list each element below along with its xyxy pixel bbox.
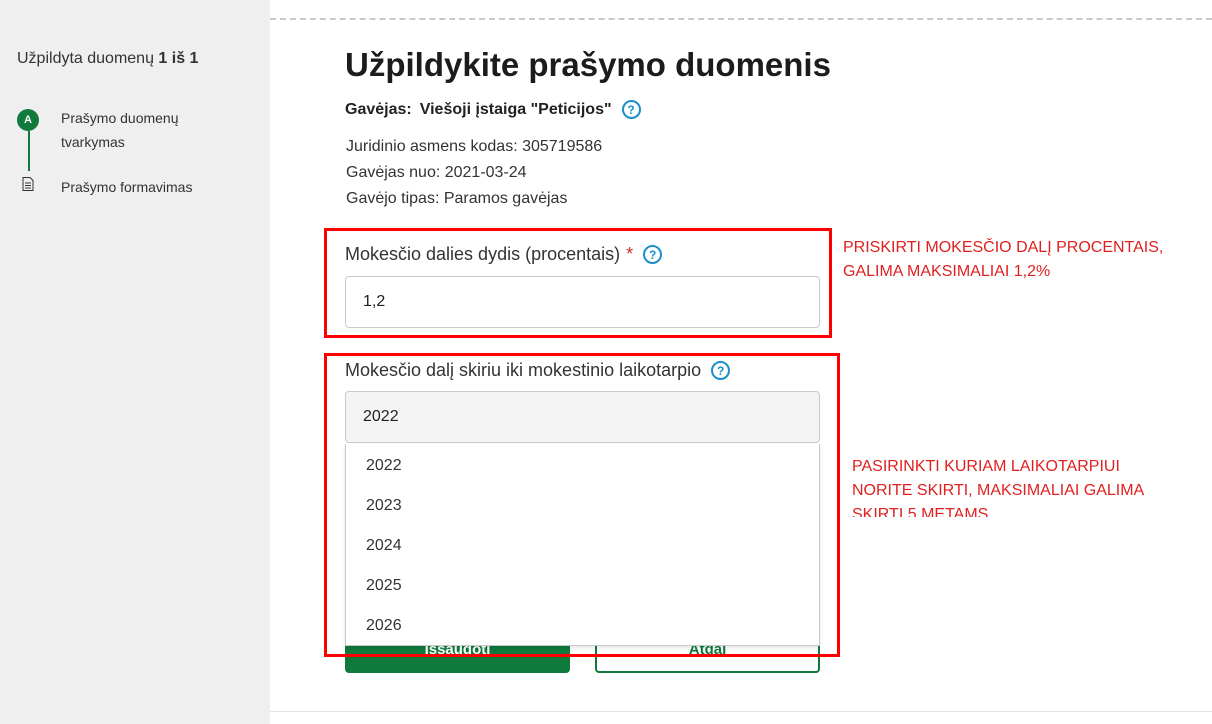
- progress-prefix: Užpildyta duomenų: [17, 50, 154, 67]
- annotation-note-period: PASIRINKTI KURIAM LAIKOTARPIUI NORITE SK…: [852, 455, 1144, 517]
- recipient-type-line: Gavėjo tipas: Paramos gavėjas: [346, 190, 568, 207]
- document-icon: [22, 177, 34, 191]
- recipient-row: Gavėjas: Viešoji įstaiga "Peticijos" ?: [345, 100, 641, 119]
- note-period-line-2: NORITE SKIRTI, MAKSIMALIAI GALIMA: [852, 482, 1145, 499]
- step-a-circle-icon: A: [17, 109, 39, 131]
- progress-indicator: Užpildyta duomenų 1 iš 1: [17, 50, 198, 68]
- progress-value: 1 iš 1: [158, 50, 199, 67]
- recipient-label: Gavėjas:: [345, 100, 412, 118]
- page-title: Užpildykite prašymo duomenis: [345, 46, 831, 83]
- sidebar-step-forming-label: Prašymo formavimas: [61, 179, 193, 195]
- recipient-help-icon[interactable]: ?: [621, 100, 641, 119]
- recipient-name: Viešoji įstaiga "Peticijos": [419, 100, 612, 118]
- legal-code-line: Juridinio asmens kodas: 305719586: [346, 138, 603, 155]
- top-dashed-divider: [270, 18, 1212, 20]
- annotation-box-percent: [324, 228, 832, 338]
- note-percent-line-1: PRISKIRTI MOKESČIO DALĮ PROCENTAIS,: [843, 239, 1164, 256]
- note-period-line-1: PASIRINKTI KURIAM LAIKOTARPIUI: [852, 458, 1120, 475]
- step-connector: [28, 131, 30, 171]
- note-period-line-3: SKIRTI 5 METAMS: [852, 506, 989, 517]
- sidebar: Užpildyta duomenų 1 iš 1 A Prašymo duome…: [0, 0, 270, 724]
- sidebar-step-data-label: Prašymo duomenų tvarkymas: [61, 110, 179, 150]
- bottom-divider: [270, 711, 1212, 712]
- recipient-since-line: Gavėjas nuo: 2021-03-24: [346, 164, 527, 181]
- annotation-box-period: [324, 353, 840, 657]
- annotation-note-percent: PRISKIRTI MOKESČIO DALĮ PROCENTAIS, GALI…: [843, 236, 1163, 284]
- note-percent-line-2: GALIMA MAKSIMALIAI 1,2%: [843, 263, 1051, 280]
